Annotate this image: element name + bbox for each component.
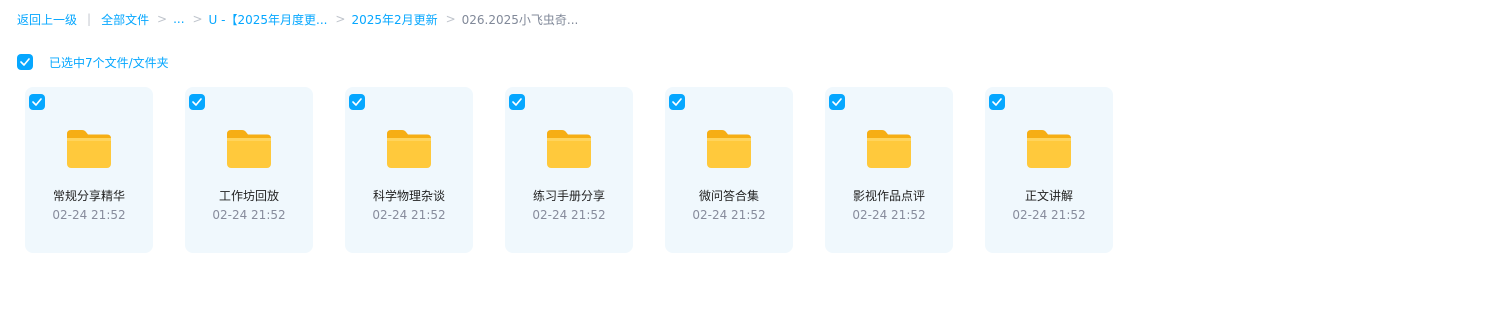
folder-card[interactable]: 工作坊回放 02-24 21:52 <box>185 87 313 253</box>
breadcrumb-level2[interactable]: 2025年2月更新 <box>351 11 437 28</box>
folder-card[interactable]: 科学物理杂谈 02-24 21:52 <box>345 87 473 253</box>
folder-checkbox[interactable] <box>989 94 1005 110</box>
folder-checkbox[interactable] <box>349 94 365 110</box>
folder-name[interactable]: 微问答合集 <box>665 187 793 204</box>
folder-card[interactable]: 影视作品点评 02-24 21:52 <box>825 87 953 253</box>
folder-card[interactable]: 练习手册分享 02-24 21:52 <box>505 87 633 253</box>
selection-count-label: 已选中7个文件/文件夹 <box>49 55 169 70</box>
breadcrumb: 返回上一级 | 全部文件 > ... > U -【2025年月度更... > 2… <box>17 10 578 28</box>
folder-icon <box>867 130 911 168</box>
chevron-right-icon: > <box>335 12 346 26</box>
folder-modified-time: 02-24 21:52 <box>212 208 286 222</box>
folder-modified-time: 02-24 21:52 <box>372 208 446 222</box>
folder-name[interactable]: 科学物理杂谈 <box>345 187 473 204</box>
folder-icon <box>707 130 751 168</box>
folder-checkbox[interactable] <box>829 94 845 110</box>
checkmark-icon <box>832 98 842 106</box>
folder-name[interactable]: 常规分享精华 <box>25 187 153 204</box>
breadcrumb-divider: | <box>87 12 92 26</box>
folder-checkbox[interactable] <box>669 94 685 110</box>
checkmark-icon <box>32 98 42 106</box>
breadcrumb-level1[interactable]: U -【2025年月度更... <box>209 11 328 28</box>
folder-name[interactable]: 正文讲解 <box>985 187 1113 204</box>
folder-name[interactable]: 练习手册分享 <box>505 187 633 204</box>
folder-card[interactable]: 常规分享精华 02-24 21:52 <box>25 87 153 253</box>
folder-name[interactable]: 影视作品点评 <box>825 187 953 204</box>
folder-icon <box>1027 130 1071 168</box>
folder-icon <box>227 130 271 168</box>
checkmark-icon <box>512 98 522 106</box>
chevron-right-icon: > <box>157 12 168 26</box>
selection-bar: 已选中7个文件/文件夹 <box>17 53 169 71</box>
folder-checkbox[interactable] <box>29 94 45 110</box>
folder-modified-time: 02-24 21:52 <box>1012 208 1086 222</box>
checkmark-icon <box>192 98 202 106</box>
folder-modified-time: 02-24 21:52 <box>852 208 926 222</box>
folder-card[interactable]: 微问答合集 02-24 21:52 <box>665 87 793 253</box>
breadcrumb-all-files[interactable]: 全部文件 <box>101 11 149 28</box>
folder-name[interactable]: 工作坊回放 <box>185 187 313 204</box>
select-all-checkbox[interactable] <box>17 54 33 70</box>
back-link[interactable]: 返回上一级 <box>17 11 77 28</box>
checkmark-icon <box>992 98 1002 106</box>
chevron-right-icon: > <box>192 12 203 26</box>
breadcrumb-current: 026.2025小飞虫奇... <box>461 12 579 27</box>
folder-checkbox[interactable] <box>189 94 205 110</box>
checkmark-icon <box>352 98 362 106</box>
file-grid: 常规分享精华 02-24 21:52 工作坊回放 02-24 21:52 科学物… <box>25 87 1113 253</box>
folder-modified-time: 02-24 21:52 <box>692 208 766 222</box>
folder-modified-time: 02-24 21:52 <box>532 208 606 222</box>
breadcrumb-ellipsis[interactable]: ... <box>173 12 184 26</box>
folder-checkbox[interactable] <box>509 94 525 110</box>
chevron-right-icon: > <box>445 12 456 26</box>
checkmark-icon <box>20 58 30 66</box>
folder-card[interactable]: 正文讲解 02-24 21:52 <box>985 87 1113 253</box>
checkmark-icon <box>672 98 682 106</box>
folder-icon <box>547 130 591 168</box>
folder-modified-time: 02-24 21:52 <box>52 208 126 222</box>
folder-icon <box>67 130 111 168</box>
folder-icon <box>387 130 431 168</box>
